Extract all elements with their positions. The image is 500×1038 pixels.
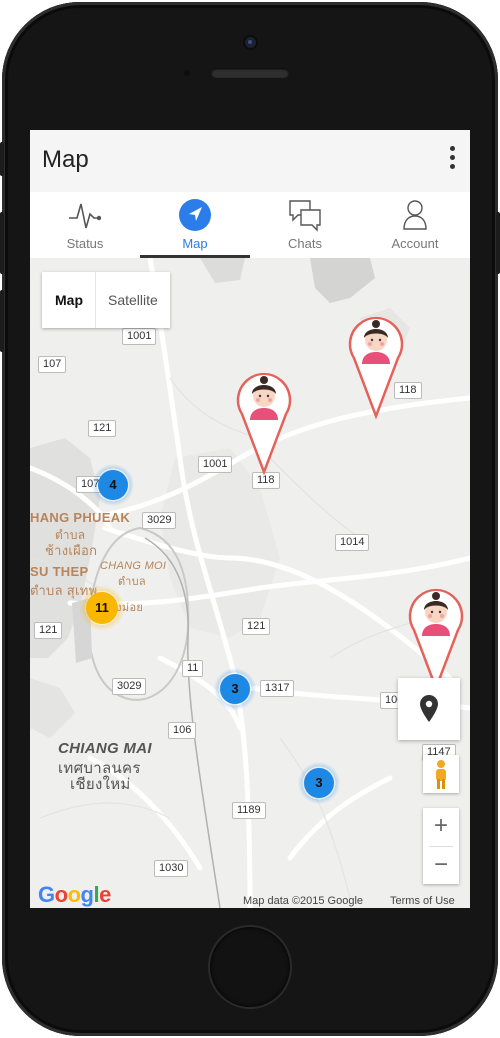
road-shield: 1189 [232,802,266,819]
tab-map[interactable]: Map [140,192,250,258]
cluster-count: 11 [86,592,118,624]
marker-cluster[interactable]: 3 [210,664,260,714]
tab-label: Map [182,236,208,251]
road-shield: 3029 [112,678,147,695]
map-view[interactable]: 1001 107 121 1001 118 118 107 3029 1014 … [30,258,470,908]
road-shield: 1014 [335,534,370,551]
road-shield: 121 [88,420,117,437]
road-shield: 11 [182,660,204,677]
tab-status[interactable]: Status [30,192,140,258]
marker-cluster[interactable]: 4 [88,460,138,510]
zoom-out-button[interactable]: − [423,847,459,883]
home-button[interactable] [210,927,290,1007]
volume-down-button [0,290,4,352]
map-type-toggle: Map Satellite [42,272,170,328]
chat-bubbles-icon [289,200,321,232]
tab-account[interactable]: Account [360,192,470,258]
app-bar: Map [30,130,470,192]
proximity-sensor [184,70,190,76]
more-options-icon[interactable] [448,146,456,176]
road-shield: 107 [38,356,67,373]
road-shield: 1001 [122,328,157,345]
terms-link[interactable]: Terms of Use [390,895,455,907]
avatar-pin-icon[interactable] [408,584,464,692]
marker-cluster[interactable]: 11 [76,582,128,634]
tab-label: Chats [288,236,322,251]
road-shield: 106 [168,722,197,739]
place-label: ช้างเผือก [45,543,98,558]
my-location-button[interactable] [398,678,460,740]
location-pin-icon [420,695,438,722]
road-shield: 3029 [142,512,177,529]
place-label: เชียงใหม่ [70,776,131,793]
map-data-attribution: Map data ©2015 Google [243,895,364,907]
tab-label: Account [391,236,439,251]
street-view-pegman[interactable] [423,755,459,793]
avatar-pin-icon[interactable] [348,312,404,420]
road-shield: 121 [34,622,63,639]
person-icon [403,200,427,230]
tab-bar: Status Map Chats Account [30,192,470,259]
road-shield: 1030 [154,860,189,877]
road-shield: 1001 [198,456,233,473]
page-title: Map [42,146,89,173]
divider [95,272,96,328]
cluster-count: 4 [98,470,128,500]
place-label: CHIANG MAI [58,740,152,757]
map-type-map-button[interactable]: Map [55,292,83,308]
zoom-in-button[interactable]: + [423,808,459,844]
google-logo: Google [38,882,111,907]
navigation-icon [179,199,211,231]
map-type-satellite-button[interactable]: Satellite [108,292,158,308]
mute-switch [0,142,4,176]
pegman-icon [436,760,446,789]
app-screen: Map Status Map Chats Account 1001 107 12… [30,130,470,908]
volume-up-button [0,212,4,274]
cluster-count: 3 [304,768,334,798]
earpiece-speaker [211,68,289,78]
tab-chats[interactable]: Chats [250,192,360,258]
place-label: HANG PHUEAK [30,510,131,525]
road-shield: 1317 [260,680,295,697]
place-label: SU THEP [30,564,89,579]
tab-label: Status [66,236,104,251]
place-label: CHANG MOI [100,560,167,572]
power-button [496,212,500,274]
zoom-control: + − [423,808,459,884]
cluster-count: 3 [220,674,250,704]
avatar-pin-icon[interactable] [236,368,292,476]
front-camera [245,37,256,48]
pulse-icon [69,203,102,229]
road-shield: 121 [242,618,271,635]
marker-cluster[interactable]: 3 [294,758,344,808]
